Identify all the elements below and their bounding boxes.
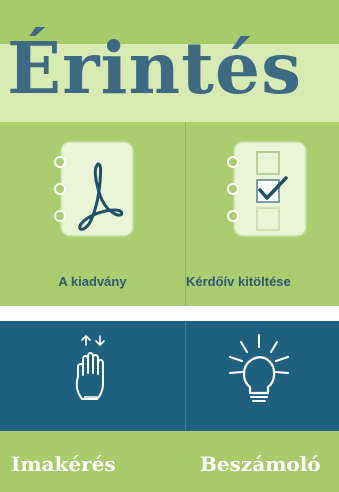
app-screen: Érintés A kiadvány Kérdőív kitöltése Ima… [0,0,339,492]
lightbulb-icon [229,334,289,402]
section-gap [0,306,339,321]
raised-hand-icon [75,335,105,400]
tile-report[interactable]: Beszámoló [186,321,339,492]
pdf-document-icon [54,141,134,237]
app-title: Érintés [7,26,303,110]
menu-row-bottom: Imakérés Beszámoló [0,321,339,492]
header: Érintés [0,0,339,122]
tile-publication-label: A kiadvány [58,274,127,289]
tile-questionnaire[interactable]: Kérdőív kitöltése [186,122,339,306]
tile-report-label: Beszámoló [200,452,321,476]
tile-publication[interactable]: A kiadvány [0,122,185,306]
tile-prayer-request-label: Imakérés [11,452,116,476]
menu-row-top: A kiadvány Kérdőív kitöltése [0,122,339,306]
checklist-icon [227,141,307,237]
tile-questionnaire-label: Kérdőív kitöltése [186,274,291,289]
tile-prayer-request[interactable]: Imakérés [0,321,185,492]
